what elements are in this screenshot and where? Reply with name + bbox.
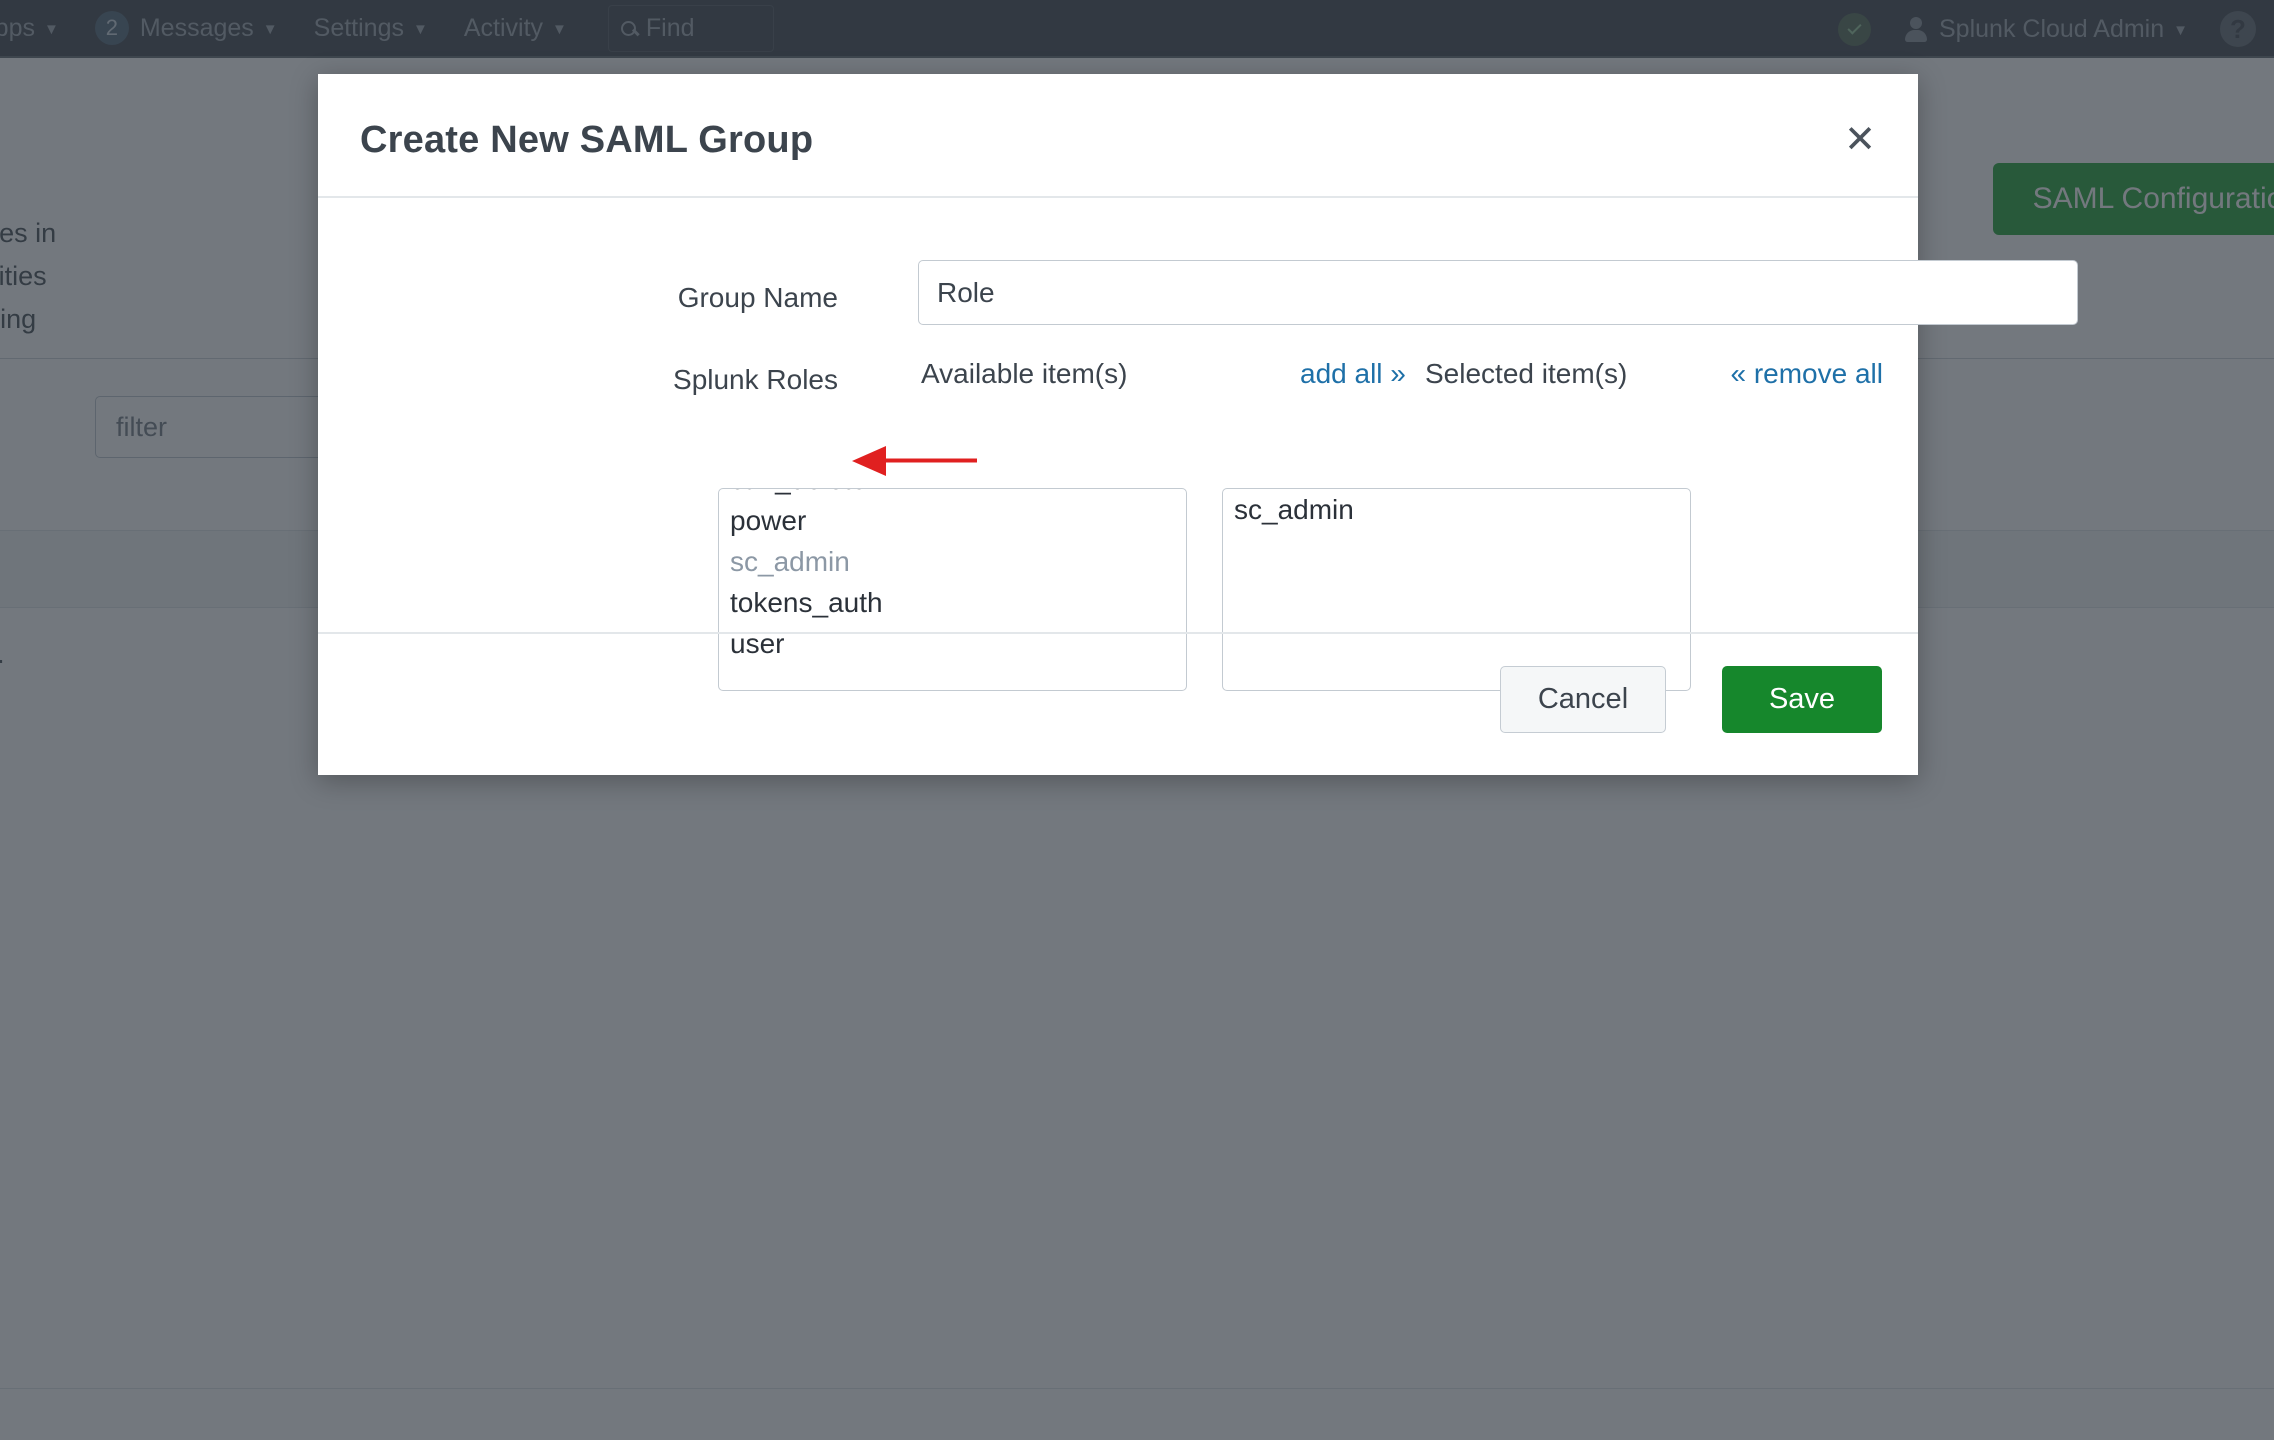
add-all-link[interactable]: add all » [1300, 358, 1406, 390]
nav-item-apps-label: Apps [0, 13, 35, 42]
remove-all-link[interactable]: « remove all [1730, 358, 1883, 390]
save-button[interactable]: Save [1722, 666, 1882, 733]
selected-items-list: sc_admin [1223, 489, 1690, 530]
nav-item-activity[interactable]: Activity ▼ [463, 13, 567, 42]
saml-configuration-button[interactable]: SAML Configuration [1992, 163, 2274, 235]
available-item[interactable]: tokens_auth [719, 582, 1186, 623]
nav-item-settings[interactable]: Settings ▼ [313, 13, 428, 42]
chevron-down-icon: ▼ [552, 20, 567, 38]
account-menu[interactable]: Splunk Cloud Admin ▼ [1939, 14, 2188, 43]
account-menu-label: Splunk Cloud Admin [1939, 14, 2165, 43]
nav-item-activity-label: Activity [463, 13, 544, 42]
modal-body: Group Name Splunk Roles Available item(s… [318, 198, 2078, 691]
available-item: sc_admin [730, 546, 850, 577]
search-input[interactable]: Find [607, 4, 774, 52]
modal-header: Create New SAML Group ✕ [318, 74, 1918, 198]
search-placeholder: Find [645, 13, 695, 42]
help-icon[interactable]: ? [2220, 11, 2256, 47]
create-saml-group-modal: Create New SAML Group ✕ Group Name Splun… [318, 74, 2078, 775]
filter-placeholder: filter [116, 411, 168, 442]
group-name-input[interactable] [918, 260, 2078, 325]
chevron-down-icon: ▼ [262, 20, 278, 38]
page-bottom-divider [0, 1388, 2274, 1389]
nav-item-messages-label: Messages [139, 13, 254, 42]
top-navigation-bar: Apps ▼ 2 Messages ▼ Settings ▼ Activity … [0, 0, 2274, 58]
messages-badge: 2 [94, 11, 129, 45]
available-item[interactable]: can_delete [719, 489, 1186, 500]
cancel-button[interactable]: Cancel [1500, 666, 1666, 733]
chevron-down-icon: ▼ [413, 20, 428, 38]
screen: s our SAML server to roles in roups poss… [0, 0, 2274, 1440]
chevron-down-icon: ▼ [2173, 21, 2188, 39]
chevron-down-icon: ▼ [43, 20, 59, 38]
available-items-label: Available item(s) [921, 358, 1128, 389]
search-icon [620, 20, 636, 36]
check-circle-icon[interactable] [1838, 12, 1871, 46]
top-navigation-right: Splunk Cloud Admin ▼ ? [1838, 0, 2274, 58]
splunk-roles-label: Splunk Roles [673, 364, 838, 395]
modal-title: Create New SAML Group [360, 119, 814, 161]
nav-item-messages[interactable]: 2 Messages ▼ [94, 11, 278, 45]
group-name-label: Group Name [677, 282, 838, 313]
page-description-line-2: roups possess the abilities [0, 261, 47, 291]
selected-items-label: Selected item(s) [1425, 358, 1628, 389]
page-description-line-3: on to modify your existing [0, 304, 37, 334]
nav-item-apps[interactable]: Apps ▼ [0, 13, 59, 42]
user-icon [1905, 17, 1927, 42]
available-item[interactable]: power [719, 500, 1186, 541]
modal-footer: Cancel Save [318, 632, 1918, 773]
close-icon[interactable]: ✕ [1838, 118, 1882, 162]
selected-item[interactable]: sc_admin [1223, 489, 1690, 530]
empty-state-message: s are defined. [0, 638, 5, 670]
page-description-line-1: our SAML server to roles in [0, 218, 57, 248]
nav-item-settings-label: Settings [313, 13, 404, 42]
